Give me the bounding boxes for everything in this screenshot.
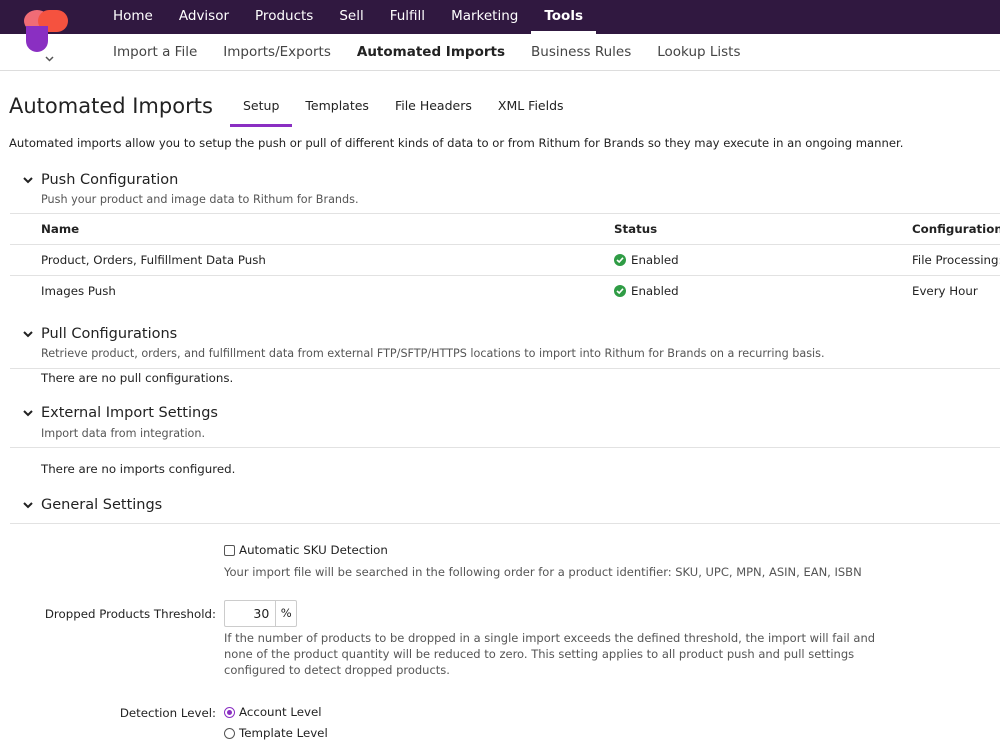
nav-tools[interactable]: Tools [531,0,596,34]
external-section-desc: Import data from integration. [41,427,206,440]
nav-fulfill[interactable]: Fulfill [377,0,438,34]
pull-section-desc: Retrieve product, orders, and fulfillmen… [41,347,825,360]
checkbox-box[interactable] [224,544,235,556]
threshold-value[interactable]: 30 [225,601,277,626]
push-table: Name Status Configuration Product, Order… [10,214,1000,307]
page-title: Automated Imports [9,94,213,118]
chevron-down-icon[interactable] [22,328,34,340]
radio-label[interactable]: Account Level [239,705,322,719]
nav-advisor[interactable]: Advisor [166,0,242,34]
column-header-configuration[interactable]: Configuration [912,214,1000,244]
chevron-down-icon[interactable] [22,499,34,511]
threshold-label: Dropped Products Threshold: [44,607,216,621]
general-section-title: General Settings [41,497,163,513]
subnav-automated-imports[interactable]: Automated Imports [344,34,518,70]
radio-account-level[interactable]: Account Level [224,705,322,719]
table-row[interactable]: Product, Orders, Fulfillment Data Push E… [10,245,1000,276]
chevron-down-icon[interactable] [45,54,54,65]
external-section-title: External Import Settings [41,405,218,421]
pull-section-title: Pull Configurations [41,326,178,342]
pull-empty-message: There are no pull configurations. [41,371,234,385]
subnav-imports-exports[interactable]: Imports/Exports [210,34,344,70]
nav-home[interactable]: Home [100,0,166,34]
chevron-down-icon[interactable] [22,174,34,186]
divider [10,368,1000,369]
row-configuration: File Processing: [912,253,1000,267]
primary-nav: Home Advisor Products Sell Fulfill Marke… [100,0,596,34]
nav-marketing[interactable]: Marketing [438,0,531,34]
divider [10,447,1000,448]
subnav-lookup-lists[interactable]: Lookup Lists [644,34,753,70]
detection-level-label: Detection Level: [119,706,216,720]
tab-xml-fields[interactable]: XML Fields [485,96,577,127]
external-section-header[interactable]: External Import Settings [22,405,218,421]
status-text: Enabled [631,253,679,267]
row-status: Enabled [614,276,679,306]
chevron-down-icon[interactable] [22,407,34,419]
sku-help-text: Your import file will be searched in the… [224,565,862,579]
table-header-row: Name Status Configuration [10,214,1000,245]
radio-label[interactable]: Template Level [239,726,328,740]
row-status: Enabled [614,245,679,275]
general-section-header[interactable]: General Settings [22,497,162,513]
tab-templates[interactable]: Templates [292,96,382,127]
status-text: Enabled [631,284,679,298]
divider [10,523,1000,524]
column-header-status[interactable]: Status [614,214,657,244]
secondary-nav: Import a File Imports/Exports Automated … [100,34,754,70]
nav-products[interactable]: Products [242,0,326,34]
percent-unit: % [280,606,292,620]
checkbox-label[interactable]: Automatic SKU Detection [239,543,388,557]
push-section-title: Push Configuration [41,172,179,188]
radio-template-level[interactable]: Template Level [224,726,328,740]
external-empty-message: There are no imports configured. [41,462,236,476]
tab-setup[interactable]: Setup [230,96,293,127]
nav-sell[interactable]: Sell [326,0,376,34]
subnav-import-a-file[interactable]: Import a File [100,34,210,70]
pull-section-header[interactable]: Pull Configurations [22,326,177,342]
threshold-input[interactable]: 30 % [224,600,297,627]
radio-button[interactable] [224,706,235,718]
push-section-header[interactable]: Push Configuration [22,172,178,188]
table-row[interactable]: Images Push Enabled Every Hour [10,276,1000,307]
push-section-desc: Push your product and image data to Rith… [41,193,359,206]
column-header-name[interactable]: Name [41,214,79,244]
radio-button[interactable] [224,727,235,739]
brand-logo[interactable] [24,8,68,54]
intro-text: Automated imports allow you to setup the… [9,136,904,150]
subnav-business-rules[interactable]: Business Rules [518,34,644,70]
threshold-help-text: If the number of products to be dropped … [224,631,876,677]
check-circle-icon [614,254,626,266]
row-name[interactable]: Product, Orders, Fulfillment Data Push [41,245,266,275]
page-tabs: Setup Templates File Headers XML Fields [230,96,577,127]
check-circle-icon [614,285,626,297]
tab-file-headers[interactable]: File Headers [382,96,485,127]
auto-sku-detection-checkbox[interactable]: Automatic SKU Detection [224,543,388,557]
row-configuration: Every Hour [912,284,978,298]
row-name[interactable]: Images Push [41,276,116,306]
divider [0,70,1000,71]
